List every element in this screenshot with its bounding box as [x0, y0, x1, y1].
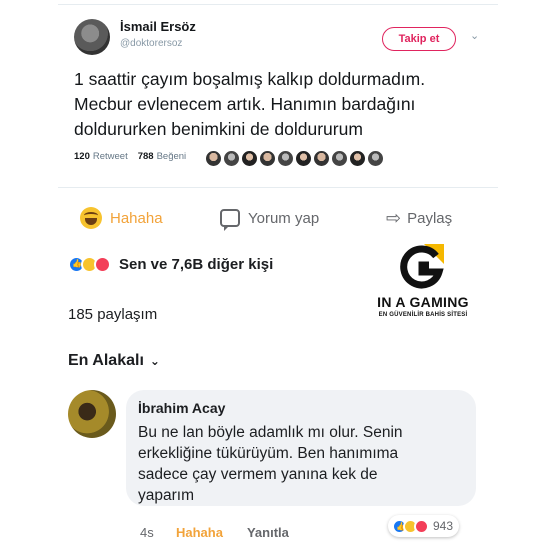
tweet-card: İsmail Ersöz @doktorersoz Takip et ⌄ 1 s… — [58, 4, 498, 188]
retweet-count[interactable]: 120 — [74, 151, 90, 162]
comment-sort-dropdown[interactable]: En Alakalı ⌄ — [68, 352, 160, 370]
tweet-text-line: 1 saattir çayım boşalmış kalkıp doldurma… — [74, 69, 426, 89]
avatar[interactable] — [332, 151, 347, 166]
comment-text-line: erkekliğine tükürüyüm. Ben hanımıma — [138, 445, 399, 462]
avatar[interactable] — [368, 151, 383, 166]
comment-meta: 4s Hahaha Yanıtla — [140, 525, 289, 540]
likers-avatars — [206, 151, 386, 166]
comment-reaction-count: 943 — [433, 519, 454, 533]
comment-text-line: Bu ne lan böyle adamlık mı olur. Senin — [138, 424, 403, 441]
retweet-label[interactable]: Retweet — [93, 151, 128, 162]
comment-text: Bu ne lan böyle adamlık mı olur. Senin e… — [138, 422, 468, 506]
avatar[interactable] — [206, 151, 221, 166]
share-button[interactable]: ⇨ Paylaş — [386, 208, 452, 229]
share-label: Paylaş — [407, 209, 453, 227]
avatar[interactable] — [242, 151, 257, 166]
post-action-bar: Hahaha Yorum yap ⇨ Paylaş — [58, 198, 498, 238]
tweet-author-handle[interactable]: @doktorersoz — [120, 38, 182, 49]
love-reaction-icon — [94, 256, 111, 273]
comment-text-line: sadece çay vermem yanına kek de — [138, 466, 378, 483]
comment-timestamp[interactable]: 4s — [140, 525, 176, 540]
comment-text-line: yaparım — [138, 487, 194, 504]
sort-label: En Alakalı — [68, 352, 144, 369]
brand-name: IN A GAMING — [377, 294, 469, 310]
comment-icon — [220, 209, 240, 231]
chevron-down-icon[interactable]: ⌄ — [470, 29, 479, 42]
reply-button[interactable]: Yanıtla — [247, 525, 289, 540]
haha-label: Hahaha — [110, 209, 163, 227]
brand-tagline: EN GÜVENİLİR BAHİS SİTESİ — [378, 312, 468, 318]
avatar[interactable] — [296, 151, 311, 166]
tweet-stats: 120 Retweet 788 Beğeni — [74, 151, 186, 162]
comment-button[interactable]: Yorum yap — [220, 209, 320, 231]
tweet-text-line: doldururken benimkini de doldururum — [74, 119, 363, 139]
commenter-name[interactable]: İbrahim Acay — [138, 400, 225, 416]
shares-count[interactable]: 185 paylaşım — [68, 306, 157, 323]
tweet-author-name[interactable]: İsmail Ersöz — [120, 19, 196, 34]
follow-button[interactable]: Takip et — [382, 27, 456, 51]
tweet-author-avatar[interactable] — [74, 19, 110, 55]
reactions-summary-text: Sen ve 7,6B diğer kişi — [119, 256, 274, 273]
haha-emoji-icon — [80, 207, 102, 229]
like-count[interactable]: 788 — [138, 151, 154, 162]
avatar[interactable] — [260, 151, 275, 166]
avatar[interactable] — [314, 151, 329, 166]
haha-reaction-button[interactable]: Hahaha — [80, 207, 163, 229]
avatar[interactable] — [224, 151, 239, 166]
comment-label: Yorum yap — [248, 209, 320, 227]
share-arrow-icon: ⇨ — [386, 207, 402, 228]
reactions-summary[interactable]: Sen ve 7,6B diğer kişi — [68, 256, 273, 273]
comment-haha-button[interactable]: Hahaha — [176, 525, 223, 540]
brand-g-logo-icon — [400, 244, 444, 289]
comment-reactions[interactable]: 943 — [388, 515, 460, 537]
comment-bubble: İbrahim Acay Bu ne lan böyle adamlık mı … — [126, 390, 476, 506]
avatar[interactable] — [278, 151, 293, 166]
like-label[interactable]: Beğeni — [157, 151, 187, 162]
chevron-down-icon: ⌄ — [149, 354, 160, 368]
avatar[interactable] — [350, 151, 365, 166]
commenter-avatar[interactable] — [68, 390, 116, 438]
tweet-text: 1 saattir çayım boşalmış kalkıp doldurma… — [74, 67, 494, 142]
tweet-text-line: Mecbur evlenecem artık. Hanımın bardağın… — [74, 94, 416, 114]
love-reaction-icon — [414, 518, 429, 534]
